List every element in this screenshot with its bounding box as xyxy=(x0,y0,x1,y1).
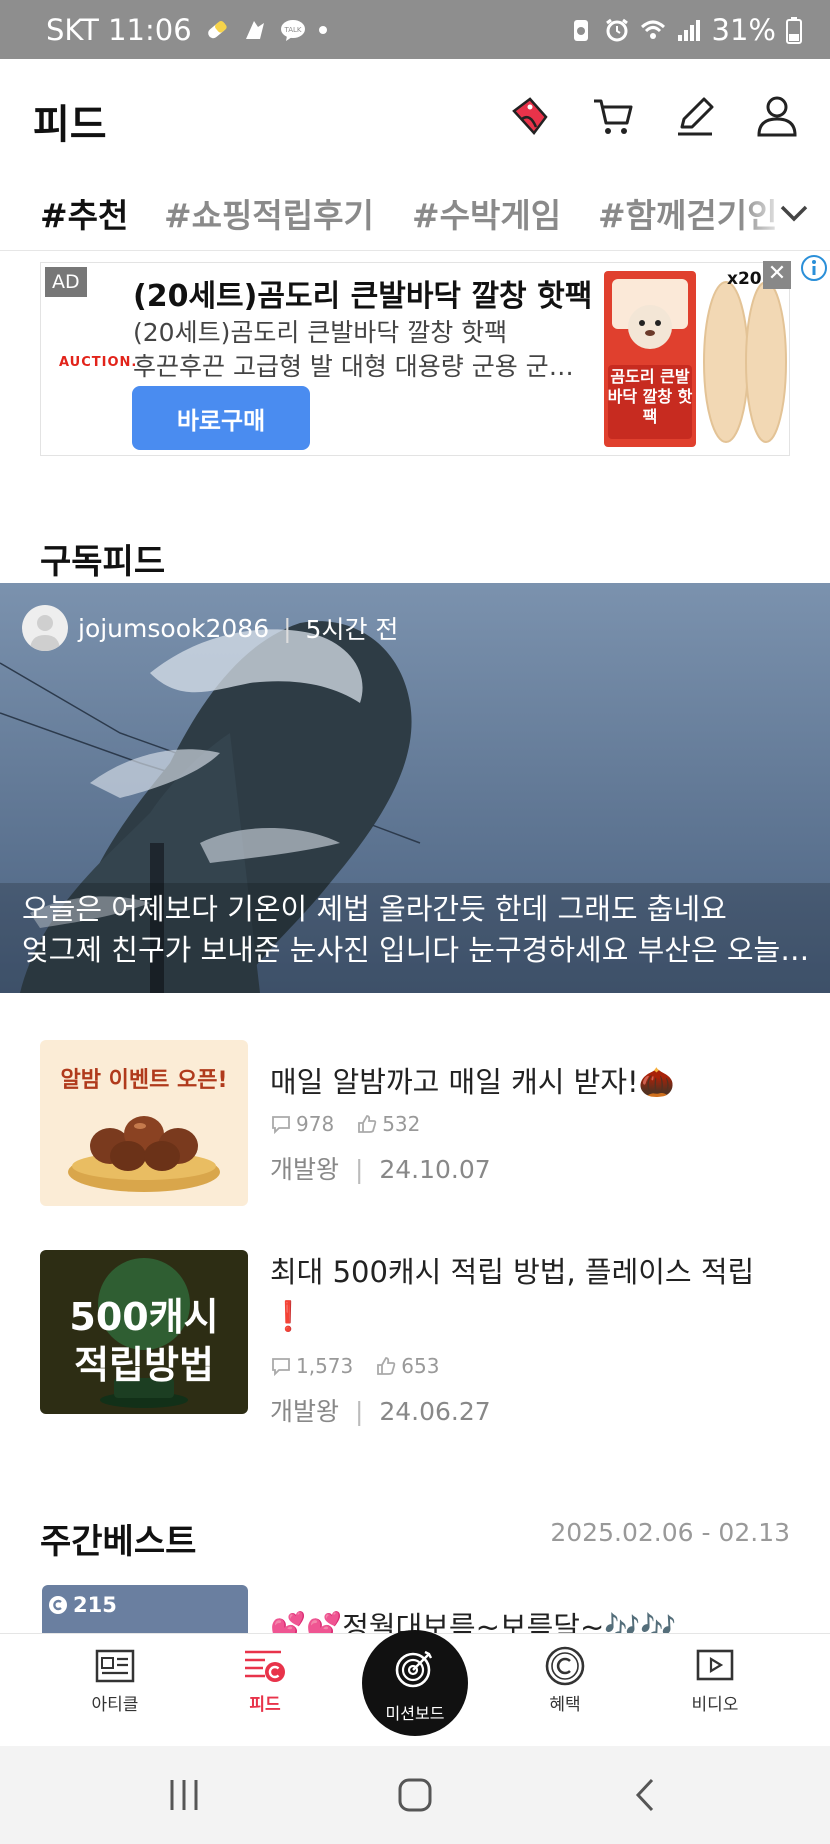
article-meta: 개발왕 | 24.06.27 xyxy=(270,1397,491,1426)
app-header: 피드 xyxy=(0,59,830,175)
battery-icon xyxy=(786,17,802,44)
write-icon[interactable] xyxy=(672,93,718,139)
buy-now-button[interactable]: 바로구매 xyxy=(132,386,310,450)
thumb-text: 알밤 이벤트 오픈! xyxy=(60,1068,228,1093)
ad-title: (20세트)곰도리 큰발바닥 깔창 핫팩 xyxy=(133,279,593,314)
article-icon xyxy=(95,1649,135,1683)
post-excerpt-line2: 엊그제 친구가 보내준 눈사진 입니다 눈구경하세요 부산은 오늘도 맑음 xyxy=(22,933,812,967)
nav-article[interactable]: 아티클 xyxy=(65,1644,165,1715)
comment-icon xyxy=(272,1358,290,1377)
like-count: 653 xyxy=(401,1354,440,1378)
carrier-time: SKT 11:06 xyxy=(46,13,192,47)
chestnut-event-thumbnail: 알밤 이벤트 오픈! xyxy=(40,1040,248,1206)
ad-product-image: 곰도리 큰발바닥 깔창 핫팩 x20 xyxy=(602,267,789,451)
subscribed-post-card[interactable]: jojumsook2086 | 5시간 전 오늘은 어제보다 기온이 제법 올라… xyxy=(0,583,830,993)
nav-feed[interactable]: 피드 xyxy=(215,1644,315,1715)
post-author-row[interactable]: jojumsook2086 | 5시간 전 xyxy=(22,605,398,651)
status-bar: SKT 11:06 TALK 31% xyxy=(0,0,830,59)
nav-video[interactable]: 비디오 xyxy=(665,1644,765,1715)
cash-badge: 215 xyxy=(48,1593,117,1617)
comment-icon xyxy=(272,1116,290,1135)
chevron-down-icon[interactable] xyxy=(774,193,814,233)
article-title: 최대 500캐시 적립 방법, 플레이스 적립 xyxy=(270,1255,755,1289)
article-author: 개발왕 xyxy=(270,1397,340,1426)
cart-icon[interactable] xyxy=(590,93,636,139)
article-stats: 978 532 xyxy=(270,1112,420,1136)
article-date: 24.10.07 xyxy=(379,1155,491,1184)
info-icon[interactable] xyxy=(800,254,828,282)
article-stats: 1,573 653 xyxy=(270,1354,439,1378)
nav-benefit[interactable]: 혜택 xyxy=(515,1644,615,1715)
mission-board-label: 미션보드 xyxy=(385,1704,445,1723)
copyright-coin-icon xyxy=(545,1646,585,1686)
post-author: jojumsook2086 xyxy=(78,613,270,643)
list-item[interactable]: 알밤 이벤트 오픈! 매일 알밤까고 매일 캐시 받자!🌰 978 532 개발… xyxy=(40,1040,800,1210)
comment-count: 1,573 xyxy=(296,1354,354,1378)
thumb-text-line2: 적립방법 xyxy=(74,1343,214,1387)
ad-banner[interactable]: AD AUCTION. (20세트)곰도리 큰발바닥 깔창 핫팩 (20세트)곰… xyxy=(40,261,791,456)
back-icon[interactable] xyxy=(632,1776,658,1814)
ad-subtitle: (20세트)곰도리 큰발바닥 깔창 핫팩 xyxy=(133,318,508,347)
ad-brand-logo: AUCTION. xyxy=(59,355,138,370)
weekly-date-range: 2025.02.06 - 02.13 xyxy=(550,1518,790,1547)
ad-quantity-tag: x20 xyxy=(727,269,762,289)
avatar[interactable] xyxy=(22,605,68,651)
system-nav-bar xyxy=(0,1746,830,1844)
nav-video-label: 비디오 xyxy=(691,1695,739,1715)
alarm-icon xyxy=(605,18,628,42)
comment-count: 978 xyxy=(296,1112,335,1136)
battery-saver-icon xyxy=(573,20,588,41)
article-title-line2: ❗ xyxy=(270,1299,307,1333)
page-title: 피드 xyxy=(33,102,107,148)
home-icon[interactable] xyxy=(396,1776,434,1814)
video-play-icon xyxy=(696,1649,734,1681)
like-count: 532 xyxy=(382,1112,421,1136)
article-date: 24.06.27 xyxy=(379,1397,491,1426)
cash-coin-icon xyxy=(49,1596,67,1614)
wifi-icon xyxy=(640,20,665,39)
post-excerpt: 오늘은 어제보다 기온이 제법 올라간듯 한데 그래도 춥네요 엊그제 친구가 … xyxy=(22,889,812,971)
ad-description: 후끈후끈 고급형 발 대형 대용량 군용 군화용 xyxy=(133,352,588,381)
thumbs-up-icon xyxy=(377,1357,396,1375)
tab-shopping-review[interactable]: #쇼핑적립후기 xyxy=(164,189,374,237)
svg-text:TALK: TALK xyxy=(283,26,301,34)
nav-article-label: 아티클 xyxy=(91,1695,139,1715)
tab-recommend[interactable]: #추천 xyxy=(40,189,128,237)
nav-benefit-label: 혜택 xyxy=(549,1695,581,1715)
cash-badge-count: 215 xyxy=(73,1593,117,1617)
recent-apps-icon[interactable] xyxy=(166,1776,202,1814)
signal-icon xyxy=(677,20,700,41)
article-title: 매일 알밤까고 매일 캐시 받자!🌰 xyxy=(270,1065,675,1099)
tab-watermelon-game[interactable]: #수박게임 xyxy=(412,189,561,237)
talk-icon: TALK xyxy=(280,20,305,41)
cash-guide-thumbnail: 500캐시 적립방법 xyxy=(40,1250,248,1414)
ad-badge: AD xyxy=(45,267,87,297)
app-notification-icon xyxy=(245,21,264,39)
thumb-text-line1: 500캐시 xyxy=(69,1295,219,1339)
post-excerpt-line1: 오늘은 어제보다 기온이 제법 올라간듯 한데 그래도 춥네요 xyxy=(22,892,727,926)
subscribed-feed-title: 구독피드 xyxy=(40,542,166,582)
battery-percent: 31% xyxy=(711,13,776,47)
separator: | xyxy=(283,613,292,643)
dot-icon xyxy=(318,26,327,34)
pill-icon xyxy=(207,20,227,39)
ad-image-text: 곰도리 큰발바닥 깔창 핫팩 xyxy=(607,367,693,426)
article-author: 개발왕 xyxy=(270,1155,340,1184)
close-icon[interactable]: ✕ xyxy=(763,261,791,289)
weekly-best-title: 주간베스트 xyxy=(40,1522,197,1562)
target-icon xyxy=(395,1650,433,1688)
profile-icon[interactable] xyxy=(754,93,800,139)
post-time: 5시간 전 xyxy=(305,615,399,644)
event-tag-icon[interactable] xyxy=(508,93,554,139)
mission-board-button[interactable]: 미션보드 xyxy=(362,1630,468,1736)
feed-icon xyxy=(245,1650,285,1682)
article-meta: 개발왕 | 24.10.07 xyxy=(270,1155,491,1184)
nav-feed-label: 피드 xyxy=(249,1695,281,1715)
thumbs-up-icon xyxy=(358,1115,377,1133)
list-item[interactable]: 500캐시 적립방법 최대 500캐시 적립 방법, 플레이스 적립 ❗ 1,5… xyxy=(40,1250,800,1430)
category-tabs: #추천 #쇼핑적립후기 #수박게임 #함께걷기인 xyxy=(0,175,830,251)
